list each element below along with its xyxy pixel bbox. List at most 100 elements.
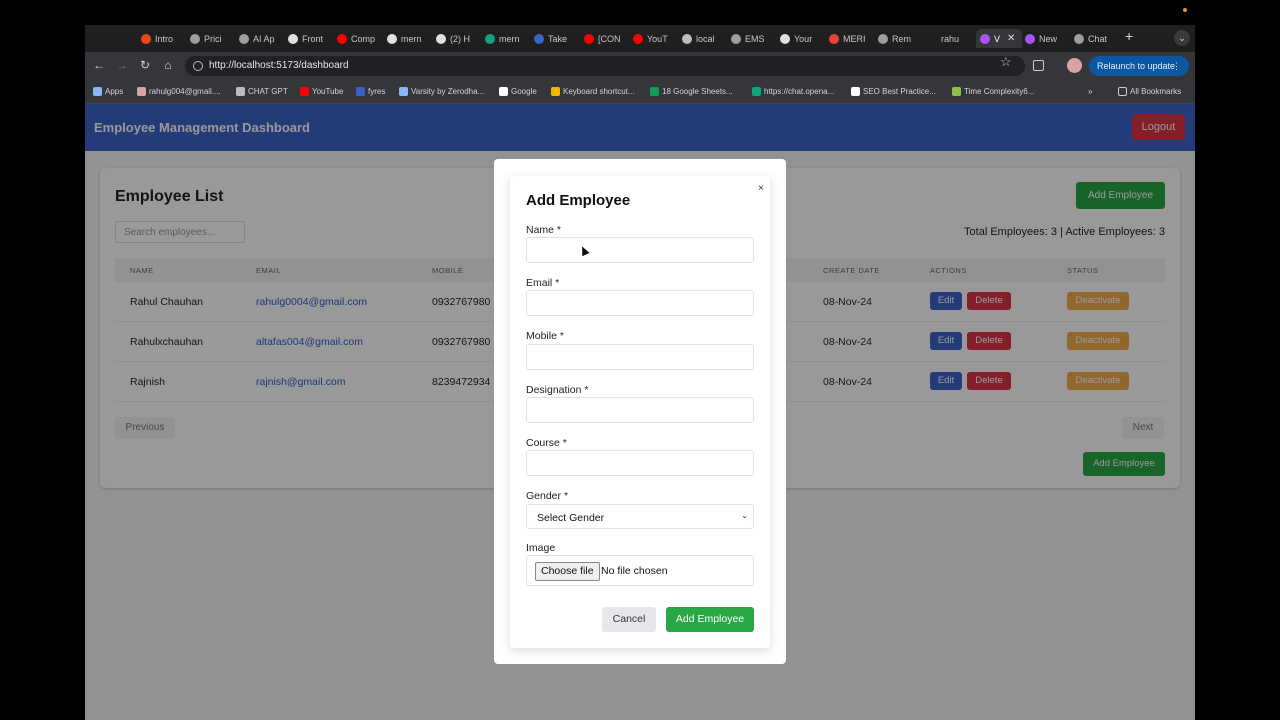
browser-tab[interactable]: Chat	[1074, 29, 1116, 48]
cancel-button[interactable]: Cancel	[602, 607, 656, 632]
modal-title: Add Employee	[526, 192, 631, 209]
tab-label: New	[1039, 33, 1058, 44]
bookmark-item[interactable]: Time Complexity6...	[952, 87, 1034, 96]
tab-label: mern	[401, 33, 422, 44]
bookmark-item[interactable]: Varsity by Zerodha...	[399, 87, 484, 96]
browser-tab[interactable]: local	[682, 29, 724, 48]
browser-tab[interactable]: YouT	[633, 29, 675, 48]
relaunch-label: Relaunch to update	[1097, 61, 1176, 71]
tab-label: Rem	[892, 33, 912, 44]
browser-tab[interactable]: MERI	[829, 29, 871, 48]
browser-tab[interactable]: Front	[288, 29, 330, 48]
browser-tab[interactable]: mern	[485, 29, 527, 48]
tab-favicon-icon	[436, 33, 446, 44]
relaunch-button[interactable]: Relaunch to update ⋮	[1089, 56, 1189, 76]
browser-window: Intro Prici AI Ap Front Comp mern (2) H mern Tak…	[85, 25, 1195, 720]
tab-favicon-icon	[1025, 33, 1035, 44]
all-bookmarks-label: All Bookmarks	[1130, 87, 1182, 96]
bookmark-item[interactable]: Google	[499, 87, 537, 96]
tab-favicon-icon	[633, 33, 643, 44]
new-tab-icon[interactable]: +	[1125, 28, 1133, 44]
tab-close-icon[interactable]: ✕	[1007, 33, 1015, 44]
bookmarks-bar: » All Bookmarks Apps rahulg004@gmail.... C…	[85, 80, 1195, 104]
more-bookmarks-glyph: »	[1088, 87, 1093, 96]
site-info-icon[interactable]	[193, 61, 203, 71]
bookmark-favicon-icon	[499, 87, 508, 96]
bookmark-item[interactable]: Apps	[93, 87, 123, 96]
tab-favicon-icon	[239, 33, 249, 44]
bookmark-item[interactable]: https://chat.opena...	[752, 87, 834, 96]
app-page: Employee Management Dashboard Logout Emp…	[85, 104, 1195, 720]
browser-tab[interactable]: EMS	[731, 29, 773, 48]
back-icon[interactable]: ←	[91, 58, 107, 72]
bookmark-item[interactable]: CHAT GPT	[236, 87, 288, 96]
bookmark-label: YouTube	[312, 87, 344, 96]
bookmark-item[interactable]: YouTube	[300, 87, 343, 96]
image-file-input[interactable]: Choose file No file chosen	[526, 555, 754, 586]
tab-label: Take	[548, 33, 568, 44]
tab-favicon-icon	[485, 33, 495, 44]
browser-tab[interactable]: New	[1025, 29, 1067, 48]
tab-favicon-icon	[1074, 33, 1084, 44]
tab-label: AI Ap	[253, 33, 275, 44]
browser-tab[interactable]: (2) H	[436, 29, 478, 48]
choose-file-button[interactable]: Choose file	[535, 562, 600, 581]
close-icon[interactable]: ×	[758, 183, 764, 194]
bookmark-item[interactable]: rahulg004@gmail....	[137, 87, 221, 96]
reload-icon[interactable]: ↻	[137, 58, 153, 72]
home-icon[interactable]: ⌂	[160, 58, 176, 72]
browser-tab[interactable]: Intro	[141, 29, 183, 48]
bookmark-item[interactable]: Keyboard shortcut...	[551, 87, 635, 96]
course-field[interactable]	[526, 450, 754, 476]
bookmark-label: fyres	[368, 87, 386, 96]
name-label: Name *	[526, 224, 562, 236]
browser-tab[interactable]: Rem	[878, 29, 920, 48]
browser-tab[interactable]: Your	[780, 29, 822, 48]
browser-tab[interactable]: mern	[387, 29, 429, 48]
tab-search-icon[interactable]: ⌄	[1174, 30, 1190, 46]
bookmark-item[interactable]: SEO Best Practice...	[851, 87, 936, 96]
address-bar[interactable]: http://localhost:5173/dashboard	[185, 56, 1025, 76]
designation-field[interactable]	[526, 397, 754, 423]
tab-favicon-icon	[141, 33, 151, 44]
browser-tab[interactable]: [CON	[584, 29, 626, 48]
all-bookmarks-button[interactable]: All Bookmarks	[1118, 87, 1181, 96]
name-field[interactable]	[526, 237, 754, 263]
tab-label: EMS	[745, 33, 765, 44]
tab-favicon-icon	[780, 33, 790, 44]
course-label: Course *	[526, 437, 567, 449]
image-label: Image	[526, 542, 556, 554]
bookmark-item[interactable]: 18 Google Sheets...	[650, 87, 733, 96]
bookmark-favicon-icon	[551, 87, 560, 96]
submit-add-employee-button[interactable]: Add Employee	[666, 607, 754, 632]
extensions-icon[interactable]	[1033, 60, 1044, 71]
email-field[interactable]	[526, 290, 754, 316]
browser-tab[interactable]: AI Ap	[239, 29, 281, 48]
bookmark-label: Google	[511, 87, 537, 96]
tab-favicon-icon	[829, 33, 839, 44]
forward-icon[interactable]: →	[114, 58, 130, 72]
chevron-down-icon: ⌄	[741, 511, 748, 520]
bookmark-label: SEO Best Practice...	[863, 87, 936, 96]
mobile-field[interactable]	[526, 344, 754, 370]
browser-tab[interactable]: Take	[534, 29, 576, 48]
bookmark-label: Keyboard shortcut...	[563, 87, 635, 96]
gender-select[interactable]: Select Gender ⌄	[526, 504, 754, 529]
browser-tab[interactable]: V ✕	[976, 29, 1022, 48]
more-bookmarks-icon[interactable]: »	[1088, 87, 1092, 96]
bookmark-item[interactable]: fyres	[356, 87, 385, 96]
profile-avatar[interactable]	[1067, 58, 1082, 73]
bookmark-star-icon[interactable]: ☆	[1000, 54, 1012, 70]
browser-tab[interactable]: rahu	[927, 29, 969, 48]
screen: Intro Prici AI Ap Front Comp mern (2) H mern Tak…	[0, 0, 1280, 720]
tab-label: Chat	[1088, 33, 1108, 44]
folder-icon	[1118, 87, 1127, 96]
tab-favicon-icon	[190, 33, 200, 44]
bookmark-label: rahulg004@gmail....	[149, 87, 221, 96]
bookmark-label: CHAT GPT	[248, 87, 288, 96]
bookmark-favicon-icon	[650, 87, 659, 96]
browser-tab[interactable]: Comp	[337, 29, 379, 48]
bookmark-favicon-icon	[399, 87, 408, 96]
browser-tab[interactable]: Prici	[190, 29, 232, 48]
tab-favicon-icon	[534, 33, 544, 44]
